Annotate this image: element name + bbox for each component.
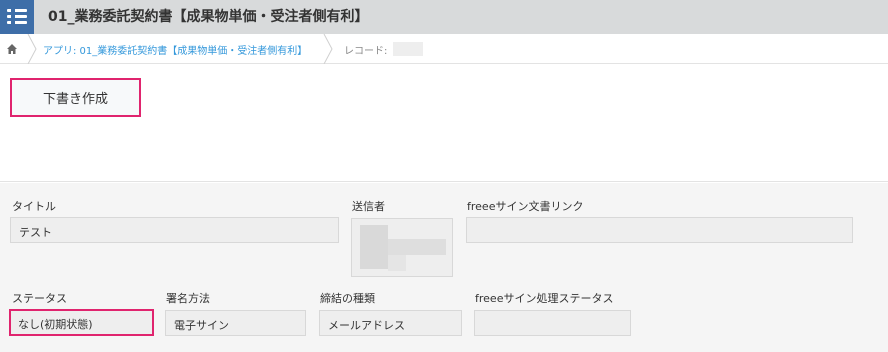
breadcrumb-app-link[interactable]: アプリ: 01_業務委託契約書【成果物単価・受注者側有利】 — [43, 42, 307, 57]
processing-status-label: freeeサイン処理ステータス — [475, 292, 614, 305]
doc-link-field[interactable] — [466, 217, 853, 243]
breadcrumb-separator-icon — [27, 34, 37, 64]
menu-list-icon[interactable] — [0, 0, 34, 34]
toolbar: 下書き作成 — [0, 65, 888, 182]
home-icon[interactable] — [6, 43, 18, 55]
breadcrumb: アプリ: 01_業務委託契約書【成果物単価・受注者側有利】 レコード: — [0, 34, 888, 64]
app-header: 01_業務委託契約書【成果物単価・受注者側有利】 — [0, 0, 888, 34]
sign-method-label: 署名方法 — [166, 292, 210, 305]
status-field[interactable]: なし(初期状態) — [9, 309, 154, 336]
processing-status-field[interactable] — [474, 310, 631, 336]
status-label: ステータス — [12, 292, 67, 305]
create-draft-button[interactable]: 下書き作成 — [10, 78, 141, 117]
breadcrumb-separator-icon — [323, 34, 333, 64]
doc-link-label: freeeサイン文書リンク — [467, 200, 584, 213]
record-id-redacted — [393, 42, 423, 56]
contract-type-field[interactable]: メールアドレス — [319, 310, 462, 336]
app-title: 01_業務委託契約書【成果物単価・受注者側有利】 — [48, 9, 369, 25]
sign-method-field[interactable]: 電子サイン — [165, 310, 306, 336]
title-field[interactable]: テスト — [10, 217, 339, 243]
sender-avatar-field — [351, 218, 453, 277]
contract-type-label: 締結の種類 — [320, 292, 375, 305]
sender-label: 送信者 — [352, 200, 385, 213]
breadcrumb-record-label: レコード: — [344, 46, 388, 57]
title-label: タイトル — [12, 200, 56, 213]
